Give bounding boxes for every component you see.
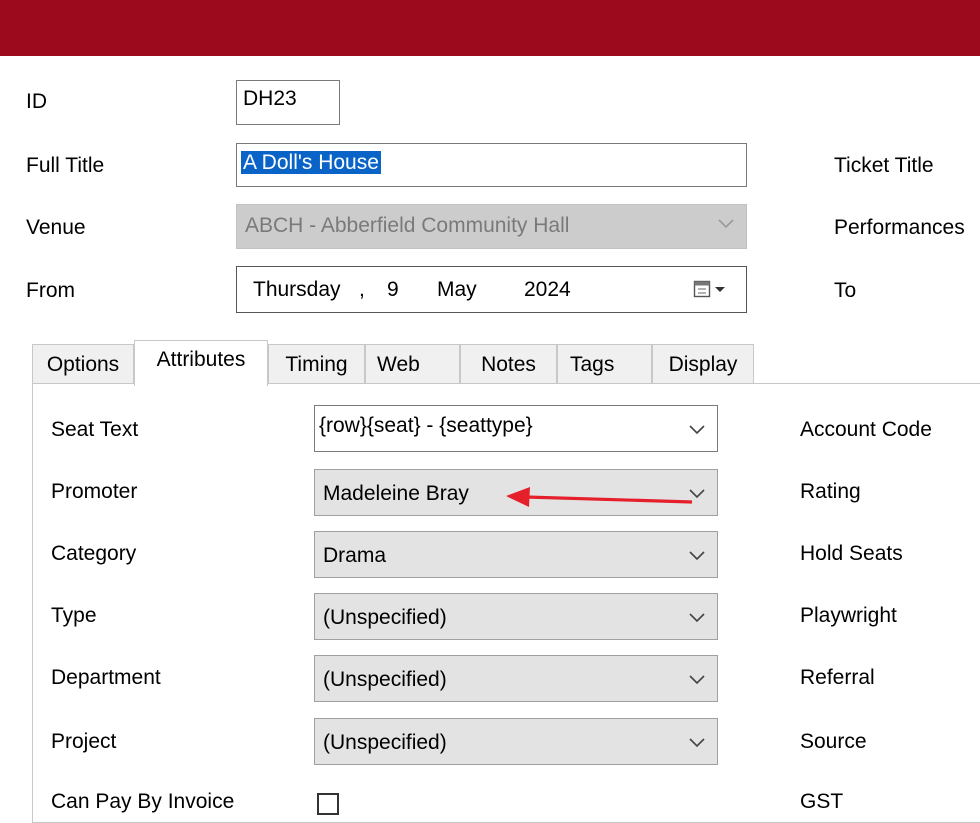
venue-value: ABCH - Abberfield Community Hall — [245, 214, 570, 237]
chevron-down-icon — [687, 545, 707, 565]
can-pay-by-invoice-label: Can Pay By Invoice — [51, 790, 235, 813]
can-pay-by-invoice-checkbox[interactable] — [317, 793, 339, 815]
gst-label: GST — [800, 790, 844, 813]
chevron-down-icon — [687, 419, 707, 439]
category-dropdown[interactable]: Drama — [314, 531, 718, 578]
type-dropdown[interactable]: (Unspecified) — [314, 593, 718, 640]
venue-label: Venue — [26, 216, 86, 239]
date-separator: , — [359, 278, 365, 301]
seat-text-label: Seat Text — [51, 418, 139, 441]
date-weekday[interactable]: Thursday — [253, 278, 341, 302]
project-label: Project — [51, 730, 117, 753]
date-month[interactable]: May — [437, 278, 477, 302]
date-year[interactable]: 2024 — [524, 278, 571, 302]
title-bar — [0, 0, 980, 56]
department-dropdown[interactable]: (Unspecified) — [314, 655, 718, 702]
department-label: Department — [51, 666, 161, 689]
to-label: To — [834, 279, 857, 302]
id-label: ID — [26, 90, 47, 113]
performances-label: Performances — [834, 216, 965, 239]
ticket-title-label: Ticket Title — [834, 154, 934, 177]
seat-text-value: {row}{seat} - {seattype} — [319, 414, 533, 437]
promoter-label: Promoter — [51, 480, 138, 503]
promoter-value: Madeleine Bray — [323, 482, 469, 505]
tab-web[interactable]: Web — [365, 344, 460, 384]
type-label: Type — [51, 604, 97, 627]
seat-text-dropdown[interactable]: {row}{seat} - {seattype} — [314, 405, 718, 452]
source-label: Source — [800, 730, 867, 753]
playwright-label: Playwright — [800, 604, 897, 627]
annotation-arrow-icon — [506, 487, 693, 507]
calendar-icon[interactable] — [693, 279, 733, 305]
tab-tags[interactable]: Tags — [557, 344, 652, 384]
from-date-picker[interactable]: Thursday , 9 May 2024 — [236, 266, 747, 313]
category-value: Drama — [323, 544, 387, 567]
type-value: (Unspecified) — [323, 606, 447, 629]
date-day[interactable]: 9 — [387, 278, 399, 302]
project-value: (Unspecified) — [323, 731, 447, 754]
from-label: From — [26, 279, 75, 302]
full-title-value: A Doll's House — [241, 151, 381, 174]
chevron-down-icon — [687, 732, 707, 752]
chevron-down-icon — [716, 213, 736, 233]
account-code-label: Account Code — [800, 418, 932, 441]
chevron-down-icon — [687, 607, 707, 627]
tab-notes[interactable]: Notes — [460, 344, 557, 384]
tab-timing[interactable]: Timing — [268, 344, 365, 384]
department-value: (Unspecified) — [323, 668, 447, 691]
venue-dropdown[interactable]: ABCH - Abberfield Community Hall — [236, 204, 747, 249]
referral-label: Referral — [800, 666, 875, 689]
tab-display[interactable]: Display — [652, 344, 754, 384]
id-value: DH23 — [243, 87, 297, 110]
full-title-label: Full Title — [26, 154, 105, 177]
project-dropdown[interactable]: (Unspecified) — [314, 718, 718, 765]
id-field[interactable]: DH23 — [236, 80, 340, 125]
chevron-down-icon — [687, 669, 707, 689]
full-title-field[interactable]: A Doll's House — [236, 143, 747, 187]
rating-label: Rating — [800, 480, 861, 503]
tab-attributes[interactable]: Attributes — [134, 340, 268, 386]
tab-options[interactable]: Options — [32, 344, 134, 384]
hold-seats-label: Hold Seats — [800, 542, 903, 565]
category-label: Category — [51, 542, 137, 565]
